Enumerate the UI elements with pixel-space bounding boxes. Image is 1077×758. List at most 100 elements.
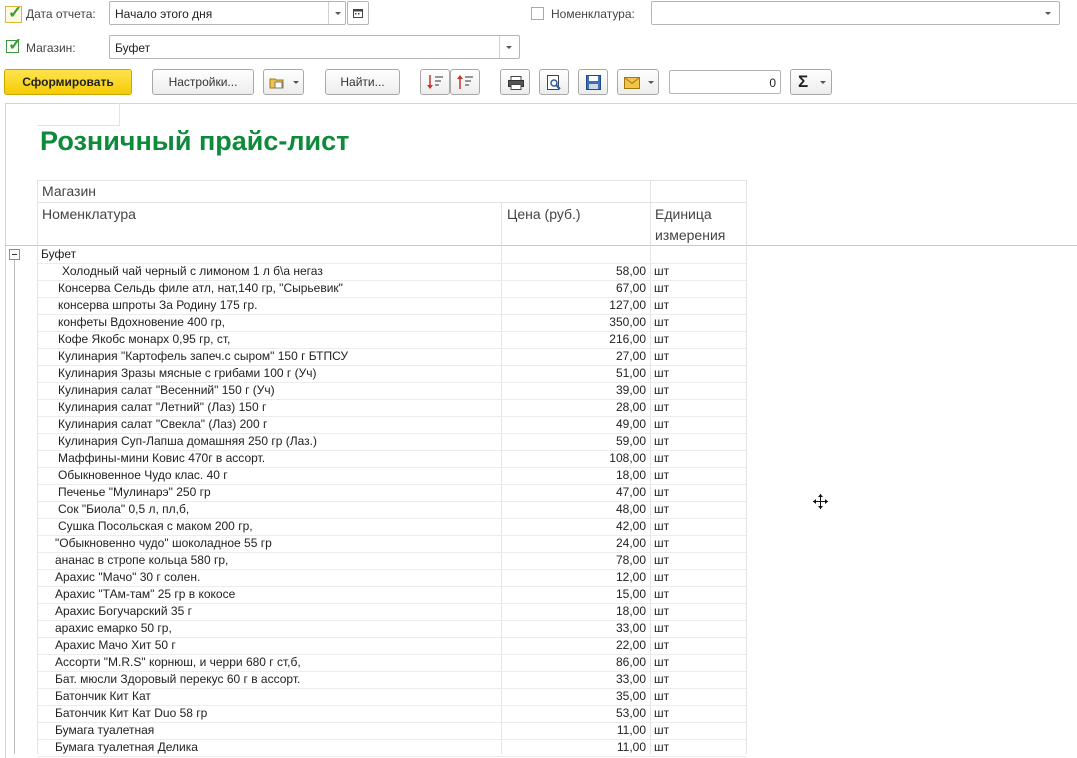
row-price: 35,00: [615, 689, 646, 703]
chevron-down-icon: [648, 81, 654, 84]
row-name: Кофе Якобс монарх 0,95 гр, ст,: [58, 332, 231, 346]
chevron-down-icon[interactable]: [1045, 12, 1051, 15]
table-row[interactable]: Кулинария салат "Свекла" (Лаз) 200 г 49,0…: [38, 416, 746, 434]
preview-button[interactable]: [539, 69, 569, 95]
sort-descending-button[interactable]: [420, 69, 450, 95]
table-row[interactable]: Печенье "Мулинарэ" 250 гр 47,00 шт: [38, 484, 746, 502]
date-select[interactable]: Начало этого дня: [109, 1, 346, 25]
table-row[interactable]: "Обыкновенно чудо" шоколадное 55 гр 24,00…: [38, 535, 746, 553]
sum-button[interactable]: Σ: [790, 69, 832, 95]
report-corner-cell: [37, 103, 120, 126]
row-price: 58,00: [615, 264, 646, 278]
row-name: Печенье "Мулинарэ" 250 гр: [58, 485, 211, 499]
save-button[interactable]: [578, 69, 608, 95]
calendar-button[interactable]: [347, 1, 369, 25]
row-name: арахис емарко 50 гр,: [55, 621, 172, 635]
table-row[interactable]: консерва шпроты За Родину 175 гр. 127,00 ш…: [38, 297, 746, 315]
row-unit: шт: [654, 332, 670, 346]
nomenclature-checkbox[interactable]: [531, 7, 544, 20]
sigma-icon: Σ: [798, 72, 809, 91]
table-row[interactable]: Кулинария "Картофель запеч.с сыром" 150 …: [38, 348, 746, 366]
table-row[interactable]: Кулинария Суп-Лапша домашняя 250 гр (Лаз…: [38, 433, 746, 451]
sort-descending-icon: [427, 75, 443, 89]
send-email-button[interactable]: [617, 69, 659, 95]
row-name: Сушка Посольская с маком 200 гр,: [58, 519, 253, 533]
settings-button[interactable]: Настройки...: [152, 69, 254, 95]
table-row[interactable]: Арахис Мачо Хит 50 г 22,00 шт: [38, 637, 746, 655]
row-price: 48,00: [615, 502, 646, 516]
find-button[interactable]: Найти...: [325, 69, 400, 95]
print-preview-icon: [547, 75, 561, 90]
row-unit: шт: [654, 281, 670, 295]
row-price: 53,00: [615, 706, 646, 720]
row-name: Кулинария салат "Свекла" (Лаз) 200 г: [58, 417, 268, 431]
table-row[interactable]: Бумага туалетная 11,00 шт: [38, 722, 746, 740]
row-unit: шт: [654, 383, 670, 397]
row-unit: шт: [654, 689, 670, 703]
row-name: Холодный чай черный с лимоном 1 л б\а не…: [62, 264, 323, 278]
table-row[interactable]: Ассорти "M.R.S" корнюш, и черри 680 г ст…: [38, 654, 746, 672]
table-row[interactable]: Обыкновенное Чудо клас. 40 г 18,00 шт: [38, 467, 746, 485]
header-price: Цена (руб.): [507, 206, 581, 222]
table-row[interactable]: Сушка Посольская с маком 200 гр, 42,00 шт: [38, 518, 746, 536]
nomenclature-select[interactable]: [651, 1, 1060, 25]
store-checkbox[interactable]: ✓: [6, 36, 22, 53]
table-row[interactable]: Сок "Биола" 0,5 л, пл,б, 48,00 шт: [38, 501, 746, 519]
variants-button[interactable]: [263, 69, 304, 95]
sort-ascending-button[interactable]: [450, 69, 480, 95]
table-row[interactable]: ананас в стропе кольца 580 гр, 78,00 шт: [38, 552, 746, 570]
row-price: 350,00: [609, 315, 646, 329]
store-select[interactable]: Буфет: [109, 35, 520, 59]
row-price: 51,00: [615, 366, 646, 380]
row-price: 22,00: [615, 638, 646, 652]
generate-button[interactable]: Сформировать: [4, 69, 132, 95]
table-row[interactable]: Бумага туалетная Делика 11,00 шт: [38, 739, 746, 757]
row-price: 108,00: [609, 451, 646, 465]
row-price: 24,00: [615, 536, 646, 550]
table-row[interactable]: Кулинария салат "Летний" (Лаз) 150 г 28,0…: [38, 399, 746, 417]
header-unit-line1: Единица: [655, 206, 712, 222]
row-unit: шт: [654, 298, 670, 312]
counter-field[interactable]: 0: [669, 70, 781, 94]
table-row[interactable]: конфеты Вдохновение 400 гр, 350,00 шт: [38, 314, 746, 332]
date-dropdown-button[interactable]: [328, 2, 329, 24]
group-row: Буфет: [38, 246, 746, 264]
row-name: Ассорти "M.R.S" корнюш, и черри 680 г ст…: [55, 655, 301, 669]
row-name: Арахис Мачо Хит 50 г: [55, 638, 176, 652]
header-store: Магазин: [42, 183, 97, 199]
table-row[interactable]: Кулинария салат "Весенний" 150 г (Уч) 39,…: [38, 382, 746, 400]
row-name: Бат. мюсли Здоровый перекус 60 г в ассор…: [55, 672, 301, 686]
chevron-down-icon[interactable]: [506, 46, 512, 49]
chevron-down-icon[interactable]: [335, 12, 341, 15]
row-unit: шт: [654, 315, 670, 329]
table-row[interactable]: Арахис "Мачо" 30 г солен. 12,00 шт: [38, 569, 746, 587]
table-row[interactable]: Батончик Кит Кат 35,00 шт: [38, 688, 746, 706]
row-price: 67,00: [615, 281, 646, 295]
row-name: Батончик Кит Кат: [55, 689, 151, 703]
table-row[interactable]: Батончик Кит Кат Duo 58 гр 53,00 шт: [38, 705, 746, 723]
table-row[interactable]: Консерва Сельдь филе атл, нат,140 гр, "С…: [38, 280, 746, 298]
table-row[interactable]: арахис емарко 50 гр, 33,00 шт: [38, 620, 746, 638]
checkmark-icon: ✓: [8, 3, 23, 22]
table-row[interactable]: Кофе Якобс монарх 0,95 гр, ст, 216,00 шт: [38, 331, 746, 349]
table-row[interactable]: Бат. мюсли Здоровый перекус 60 г в ассор…: [38, 671, 746, 689]
table-row[interactable]: Арахис Богучарский 35 г 18,00 шт: [38, 603, 746, 621]
row-name: Бумага туалетная Делика: [55, 740, 198, 754]
row-name: Обыкновенное Чудо клас. 40 г: [58, 468, 228, 482]
group-name: Буфет: [41, 247, 77, 261]
row-name: Кулинария "Картофель запеч.с сыром" 150 …: [58, 349, 348, 363]
table-row[interactable]: Кулинария Зразы мясные с грибами 100 г (…: [38, 365, 746, 383]
row-unit: шт: [654, 349, 670, 363]
row-price: 78,00: [615, 553, 646, 567]
table-row[interactable]: Холодный чай черный с лимоном 1 л б\а не…: [38, 263, 746, 281]
row-price: 15,00: [615, 587, 646, 601]
row-name: Арахис "ТАм-там" 25 гр в кокосе: [55, 587, 236, 601]
row-unit: шт: [654, 570, 670, 584]
group-collapse-toggle[interactable]: [9, 249, 20, 260]
table-row[interactable]: Арахис "ТАм-там" 25 гр в кокосе 15,00 шт: [38, 586, 746, 604]
row-unit: шт: [654, 502, 670, 516]
print-button[interactable]: [500, 69, 530, 95]
table-row[interactable]: Маффины-мини Ковис 470г в ассорт. 108,00 ш…: [38, 450, 746, 468]
date-checkbox[interactable]: ✓: [5, 3, 23, 23]
envelope-icon: [624, 77, 640, 89]
